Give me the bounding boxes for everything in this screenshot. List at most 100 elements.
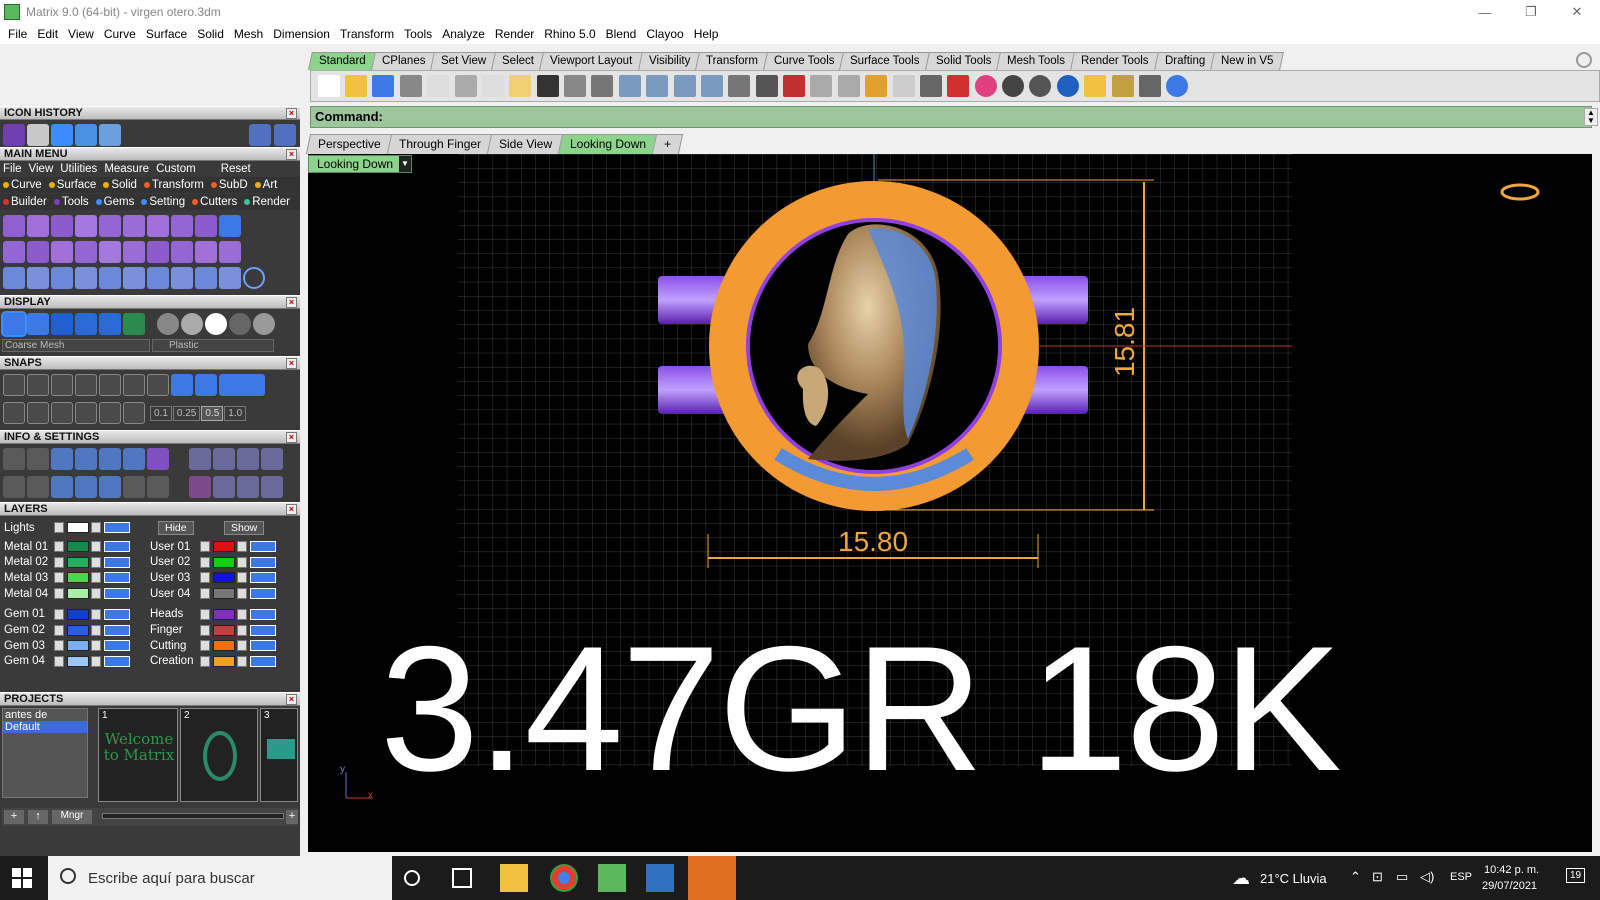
layer-color-swatch[interactable] — [213, 541, 235, 552]
box-tool-icon[interactable] — [27, 241, 49, 263]
solid-tool-icon[interactable] — [171, 215, 193, 237]
history-tool-icon[interactable] — [27, 124, 49, 146]
language-indicator[interactable]: ESP — [1450, 871, 1472, 883]
measure-icon[interactable] — [237, 476, 259, 498]
open-folder-icon[interactable] — [345, 75, 368, 97]
snap-point-icon[interactable] — [51, 374, 73, 396]
menu-view[interactable]: View — [63, 27, 99, 41]
toolbar-tab-cplanes[interactable]: CPlanes — [370, 52, 437, 70]
cat-setting[interactable]: Setting — [141, 196, 185, 208]
transform-tool-icon[interactable] — [3, 267, 25, 289]
layer-color-swatch[interactable] — [213, 588, 235, 600]
reset-button[interactable]: Reset — [221, 163, 251, 175]
planar-icon[interactable] — [27, 402, 49, 424]
cylinder-tool-icon[interactable] — [123, 241, 145, 263]
main-menu-utilities[interactable]: Utilities — [60, 163, 97, 175]
lock-icon[interactable] — [237, 608, 247, 620]
visibility-toggle[interactable] — [104, 608, 130, 620]
visibility-toggle[interactable] — [250, 608, 276, 620]
close-icon[interactable]: × — [286, 297, 297, 308]
close-icon[interactable]: × — [286, 504, 297, 515]
panel-toggle-icon[interactable] — [219, 215, 241, 237]
mesh-quality-select[interactable]: Coarse Mesh — [2, 339, 150, 352]
history-tool-icon[interactable] — [99, 124, 121, 146]
toolbar-tab-drafting[interactable]: Drafting — [1153, 52, 1217, 70]
network-icon[interactable]: ⊡ — [1372, 869, 1383, 885]
sphere-icon[interactable] — [1029, 75, 1052, 97]
visibility-toggle[interactable] — [104, 624, 130, 636]
render-sphere-icon[interactable] — [75, 313, 97, 335]
layer-row[interactable]: User 04 — [146, 586, 276, 601]
lock-icon[interactable] — [91, 624, 101, 636]
toolbar-tab-standard[interactable]: Standard — [308, 52, 377, 70]
add-viewport-tab[interactable]: + — [651, 134, 684, 154]
menu-file[interactable]: File — [3, 27, 32, 41]
curve-tool-icon[interactable] — [3, 215, 25, 237]
cube-icon[interactable] — [51, 476, 73, 498]
material-select[interactable]: Plastic — [152, 339, 274, 352]
notification-center-icon[interactable]: 19 — [1566, 868, 1586, 883]
toolbar-tab-surface-tools[interactable]: Surface Tools — [839, 52, 931, 70]
settings-icon[interactable] — [1111, 75, 1134, 97]
main-menu-view[interactable]: View — [29, 163, 54, 175]
cat-builder[interactable]: Builder — [3, 196, 47, 208]
lock-icon[interactable] — [237, 572, 247, 584]
visibility-toggle[interactable] — [104, 572, 130, 584]
up-icon[interactable]: ↑ — [28, 810, 48, 824]
lock-icon[interactable] — [91, 556, 101, 568]
menu-clayoo[interactable]: Clayoo — [641, 27, 688, 41]
orient-tool-icon[interactable] — [123, 267, 145, 289]
history-tool-icon[interactable] — [3, 124, 25, 146]
visibility-toggle[interactable] — [250, 588, 276, 600]
solid-tool-icon[interactable] — [219, 241, 241, 263]
circle-icon[interactable] — [837, 75, 860, 97]
layer-color-swatch[interactable] — [213, 572, 235, 584]
close-icon[interactable]: × — [286, 108, 297, 119]
expand-icon[interactable] — [200, 655, 210, 667]
visibility-toggle[interactable] — [104, 655, 130, 667]
expand-icon[interactable] — [200, 572, 210, 584]
cat-curve[interactable]: Curve — [3, 179, 42, 191]
lock-icon[interactable] — [919, 75, 942, 97]
visibility-toggle[interactable] — [250, 541, 276, 552]
globe-icon[interactable] — [1056, 75, 1079, 97]
expand-icon[interactable] — [200, 608, 210, 620]
cat-tools[interactable]: Tools — [53, 196, 89, 208]
grid-snap-icon[interactable] — [3, 402, 25, 424]
layer-color[interactable] — [67, 522, 89, 533]
osnap-icon[interactable] — [51, 402, 73, 424]
menu-analyze[interactable]: Analyze — [437, 27, 490, 41]
close-icon[interactable]: × — [286, 694, 297, 705]
filter-icon[interactable] — [99, 476, 121, 498]
tube-tool-icon[interactable] — [147, 241, 169, 263]
layer-color-swatch[interactable] — [213, 655, 235, 667]
visibility-toggle[interactable] — [104, 640, 130, 652]
layer-row[interactable]: Gem 03 — [0, 638, 130, 653]
navigation-ring-icon[interactable] — [1500, 183, 1540, 201]
expand-icon[interactable] — [200, 588, 210, 600]
menu-render[interactable]: Render — [490, 27, 539, 41]
volume-icon[interactable]: ◁) — [1420, 869, 1434, 885]
material-ball-icon[interactable] — [181, 313, 203, 335]
visibility-toggle[interactable] — [250, 640, 276, 652]
cat-transform[interactable]: Transform — [143, 179, 204, 191]
snap-perp-icon[interactable] — [147, 374, 169, 396]
snap-icon[interactable] — [810, 75, 833, 97]
manager-button[interactable]: Mngr — [52, 810, 92, 824]
close-icon[interactable]: × — [286, 358, 297, 369]
light-icon[interactable] — [189, 448, 211, 470]
zoom-selected-icon[interactable] — [700, 75, 723, 97]
viewport-icon[interactable] — [213, 448, 235, 470]
visibility-toggle[interactable] — [104, 556, 130, 568]
maximize-button[interactable]: ❐ — [1508, 0, 1554, 24]
expand-icon[interactable] — [54, 556, 64, 568]
menu-dimension[interactable]: Dimension — [268, 27, 335, 41]
expand-icon[interactable] — [54, 640, 64, 652]
tab-looking-down[interactable]: Looking Down — [557, 134, 659, 154]
arrow-right-icon[interactable] — [274, 124, 296, 146]
hand-icon[interactable] — [189, 476, 211, 498]
expand-icon[interactable] — [200, 624, 210, 636]
ring-size-icon[interactable] — [51, 448, 73, 470]
snap-tan-icon[interactable] — [171, 374, 193, 396]
volume-icon[interactable] — [75, 448, 97, 470]
